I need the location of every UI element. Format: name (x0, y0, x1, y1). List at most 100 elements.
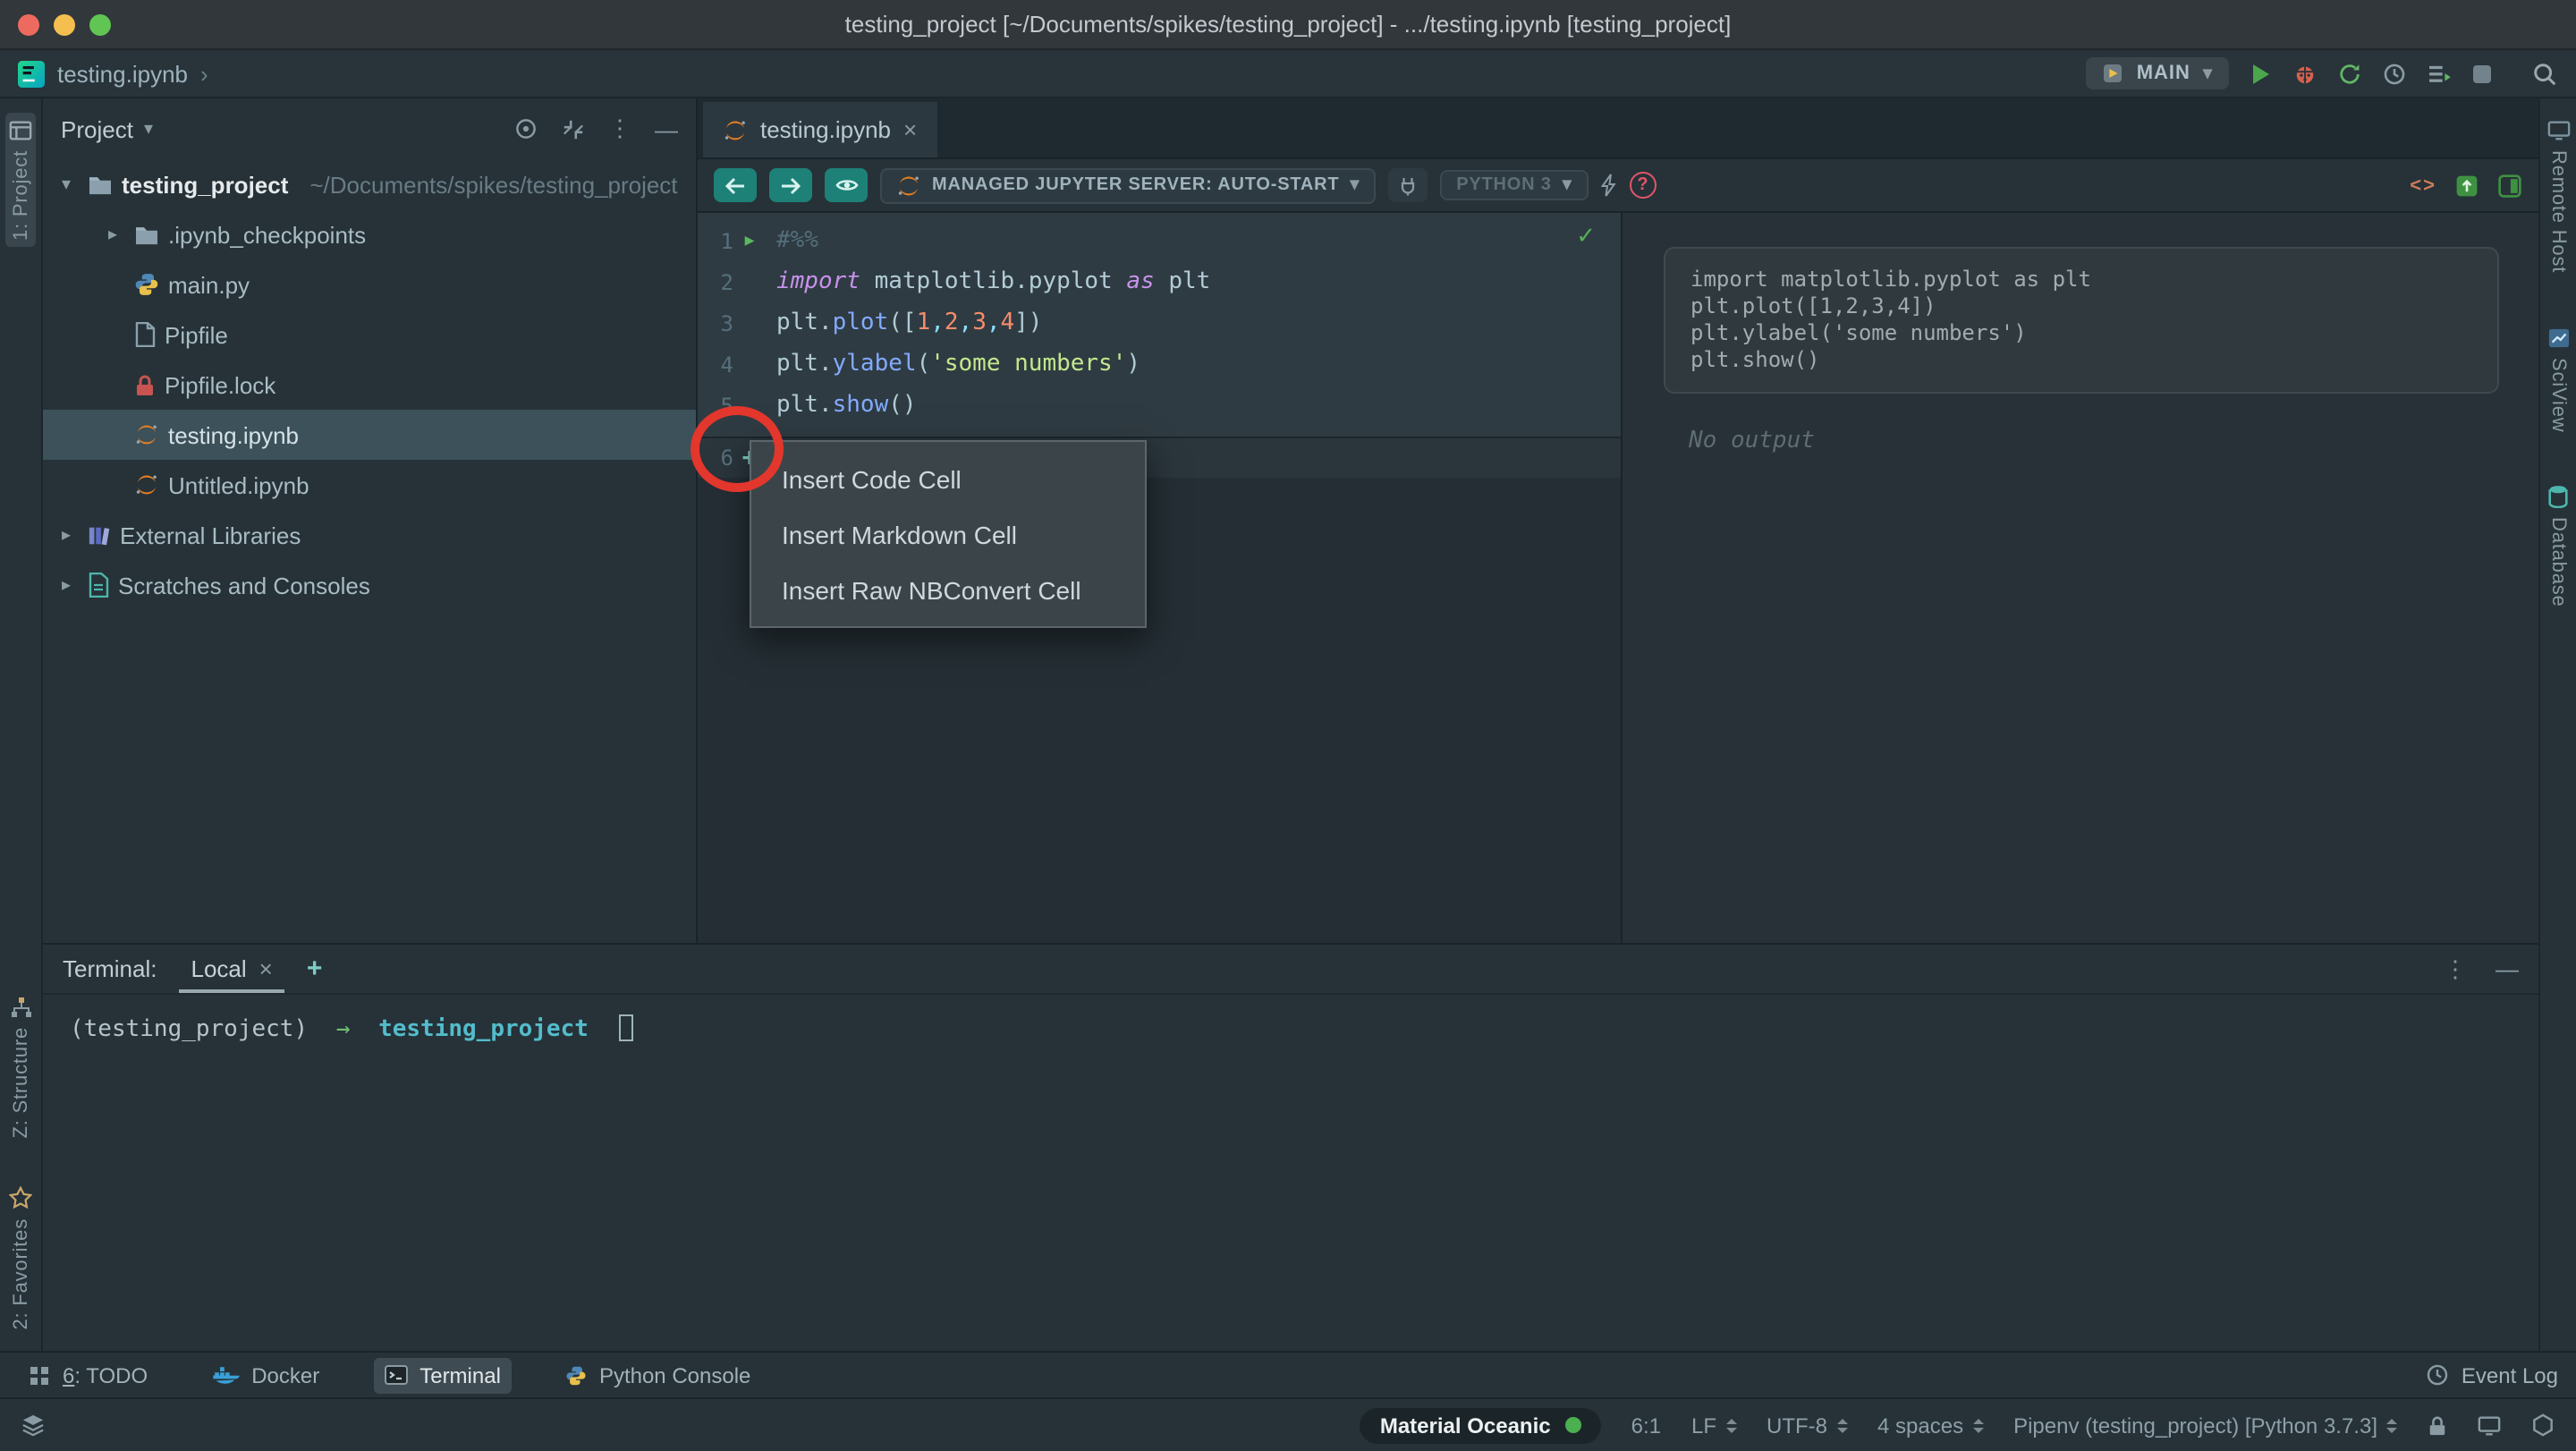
help-icon[interactable]: ? (1630, 172, 1657, 199)
tree-item-ipynb-checkpoints[interactable]: ▸.ipynb_checkpoints (43, 209, 696, 259)
tree-item-external-libraries[interactable]: ▸External Libraries (43, 510, 696, 560)
code-line-1[interactable]: 1▶#%% (698, 220, 1621, 261)
export-notebook-button[interactable] (2454, 173, 2479, 198)
stack-icon[interactable] (21, 1413, 45, 1437)
folder-icon (88, 174, 113, 195)
event-log-button[interactable]: Event Log (2426, 1362, 2558, 1387)
hide-terminal-icon[interactable]: — (2496, 955, 2519, 982)
code-text: plt.ylabel('some numbers') (766, 351, 1140, 378)
minimize-window-button[interactable] (54, 13, 75, 35)
new-terminal-session-button[interactable]: + (307, 954, 323, 984)
chevron-right-icon[interactable]: ▸ (100, 225, 125, 244)
popup-item-insert-markdown-cell[interactable]: Insert Markdown Cell (751, 506, 1145, 562)
status-bar: Material Oceanic 6:1 LF UTF-8 4 spaces P… (0, 1397, 2576, 1451)
tool-window-button-terminal[interactable]: Terminal (373, 1357, 512, 1393)
tool-stripe-button-remote-host[interactable]: Remote Host (2543, 113, 2573, 280)
tool-stripe-button-sciview[interactable]: SciView (2543, 319, 2573, 438)
chevron-right-icon[interactable]: ▸ (54, 525, 79, 545)
project-view-title[interactable]: Project (61, 115, 133, 142)
kernel-selector[interactable]: PYTHON 3 ▾ (1440, 170, 1588, 200)
code-text: plt.show() (766, 392, 917, 419)
chevron-right-icon[interactable]: ▸ (54, 575, 79, 595)
indent-widget[interactable]: 4 spaces (1877, 1413, 1983, 1438)
run-cells-below-button[interactable] (769, 168, 812, 202)
chevron-updown-icon (1725, 1418, 1736, 1432)
tree-item-testing-ipynb[interactable]: testing.ipynb (43, 410, 696, 460)
run-config-selector[interactable]: MAIN ▾ (2087, 57, 2229, 89)
profiler-button[interactable] (2383, 62, 2406, 85)
tree-item-label: main.py (168, 271, 250, 298)
tool-stripe-button-2-favorites[interactable]: 2: Favorites (5, 1178, 36, 1336)
readonly-lock-icon[interactable] (2428, 1414, 2447, 1436)
notebook-cell-1[interactable]: 1▶#%%2import matplotlib.pyplot as plt3pl… (698, 213, 1621, 437)
structure-icon (10, 997, 31, 1019)
notebook-toolbar: MANAGED JUPYTER SERVER: AUTO-START ▾ PYT… (698, 159, 2538, 213)
collapse-all-button[interactable] (562, 117, 585, 140)
jupyter-server-selector[interactable]: MANAGED JUPYTER SERVER: AUTO-START ▾ (880, 167, 1376, 203)
debug-button[interactable] (2293, 62, 2317, 85)
tool-window-button-6-todo[interactable]: 6: TODO (18, 1357, 158, 1393)
tree-item-untitled-ipynb[interactable]: Untitled.ipynb (43, 460, 696, 510)
run-cells-above-button[interactable] (714, 168, 757, 202)
run-cell-icon[interactable]: ▶ (733, 232, 766, 250)
running-processes-button[interactable] (2428, 64, 2451, 83)
more-options-icon[interactable]: ⋮ (2444, 955, 2467, 983)
run-button[interactable] (2250, 62, 2272, 85)
breadcrumb-file[interactable]: testing.ipynb (57, 60, 188, 87)
interpreter-widget[interactable]: Pipenv (testing_project) [Python 3.7.3] (2013, 1413, 2397, 1438)
code-line-2[interactable]: 2import matplotlib.pyplot as plt (698, 261, 1621, 302)
preview-output-button[interactable] (825, 168, 868, 202)
tree-item-pipfile-lock[interactable]: Pipfile.lock (43, 360, 696, 410)
close-tab-icon[interactable]: × (903, 116, 917, 143)
chevron-down-icon[interactable]: ▾ (144, 119, 153, 139)
window-title: testing_project [~/Documents/spikes/test… (0, 11, 2576, 38)
tree-item-pipfile[interactable]: Pipfile (43, 310, 696, 360)
theme-widget[interactable]: Material Oceanic (1360, 1407, 1601, 1443)
stop-button[interactable] (2472, 64, 2492, 83)
settings-hexagon-icon[interactable] (2531, 1413, 2555, 1437)
screen-reader-icon[interactable] (2478, 1414, 2501, 1436)
source-editor-toggle-icon[interactable]: <> (2410, 174, 2436, 196)
editor-tab-testing-ipynb[interactable]: testing.ipynb × (703, 102, 936, 157)
tree-item-testing-project[interactable]: ▾testing_project~/Documents/spikes/testi… (43, 159, 696, 209)
code-token: import (776, 268, 860, 295)
tool-stripe-button-1-project[interactable]: 1: Project (5, 113, 36, 248)
code-line-4[interactable]: 4plt.ylabel('some numbers') (698, 344, 1621, 385)
tool-window-button-python-console[interactable]: Python Console (555, 1357, 761, 1393)
tool-window-button-docker[interactable]: Docker (201, 1357, 330, 1393)
project-tree: ▾testing_project~/Documents/spikes/testi… (43, 159, 696, 943)
terminal-title: Terminal: (63, 955, 157, 982)
code-line-5[interactable]: 5plt.show() (698, 385, 1621, 426)
notebook-cell-lines: 1▶#%%2import matplotlib.pyplot as plt3pl… (698, 220, 1621, 426)
split-layout-button[interactable] (2497, 173, 2522, 198)
tree-item-main-py[interactable]: main.py (43, 259, 696, 310)
line-separator-widget[interactable]: LF (1691, 1413, 1736, 1438)
code-token: matplotlib.pyplot (860, 268, 1126, 295)
run-with-coverage-button[interactable] (2338, 62, 2361, 85)
more-options-icon[interactable]: ⋮ (608, 115, 631, 143)
close-terminal-tab-icon[interactable]: × (259, 955, 273, 981)
locate-file-button[interactable] (513, 116, 538, 141)
tool-stripe-button-database[interactable]: Database (2544, 479, 2572, 615)
restart-kernel-icon[interactable] (1601, 174, 1617, 197)
zoom-window-button[interactable] (89, 13, 111, 35)
terminal-tab-local[interactable]: Local × (179, 946, 285, 992)
chevron-updown-icon (1972, 1418, 1983, 1432)
popup-item-insert-code-cell[interactable]: Insert Code Cell (751, 451, 1145, 506)
hide-tool-window-icon[interactable]: — (655, 115, 678, 142)
code-token: ( (917, 351, 931, 378)
tool-stripe-button-z-structure[interactable]: Z: Structure (6, 990, 35, 1147)
terminal-console[interactable]: (testing_project) → testing_project (43, 995, 2538, 1351)
tool-stripe-label: 1: Project (10, 150, 31, 241)
connect-kernel-button[interactable] (1388, 168, 1428, 202)
ide-middle: 1: Project Z: Structure 2: Favorites Proj… (0, 98, 2576, 1351)
close-window-button[interactable] (18, 13, 39, 35)
code-line-3[interactable]: 3plt.plot([1,2,3,4]) (698, 302, 1621, 344)
chevron-down-icon[interactable]: ▾ (54, 174, 79, 194)
caret-position-widget[interactable]: 6:1 (1631, 1413, 1661, 1438)
line-number: 2 (698, 269, 733, 294)
popup-item-insert-raw-nbconvert-cell[interactable]: Insert Raw NBConvert Cell (751, 562, 1145, 617)
encoding-widget[interactable]: UTF-8 (1767, 1413, 1847, 1438)
search-everywhere-button[interactable] (2531, 60, 2558, 87)
tree-item-scratches-and-consoles[interactable]: ▸Scratches and Consoles (43, 560, 696, 610)
